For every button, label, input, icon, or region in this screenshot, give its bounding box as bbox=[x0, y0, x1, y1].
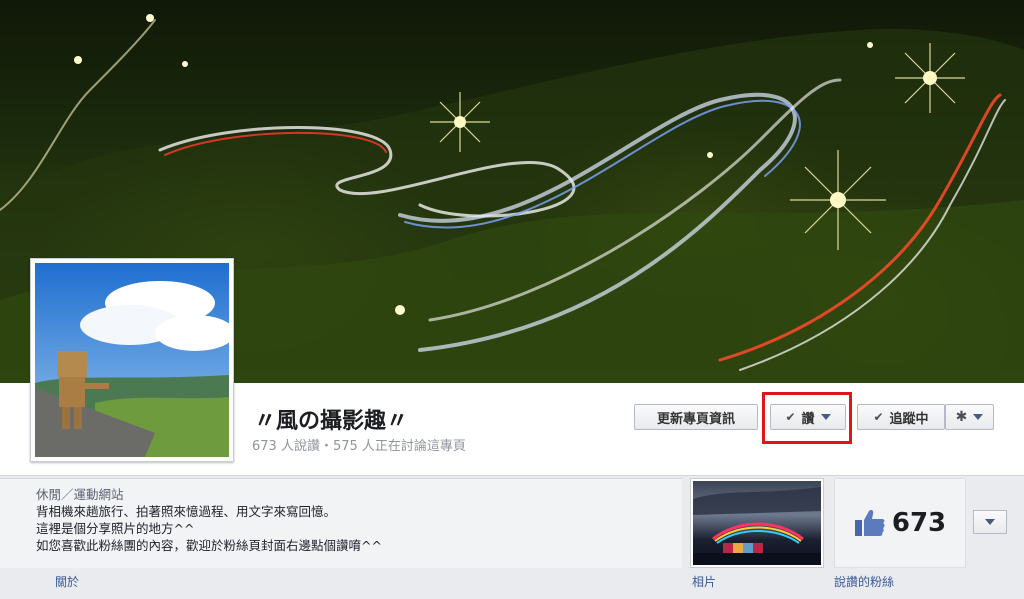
following-label: 追蹤中 bbox=[889, 411, 929, 427]
page-title: 〃風の攝影趣〃 bbox=[254, 408, 409, 434]
page-category: 休閒／運動網站 bbox=[36, 487, 124, 502]
likes-count: 673 bbox=[891, 508, 947, 538]
more-sections-dropdown[interactable] bbox=[973, 510, 1007, 534]
gear-icon: ✱ bbox=[955, 409, 968, 425]
tab-photos[interactable]: 相片 bbox=[692, 573, 716, 590]
thumbs-up-icon bbox=[854, 510, 885, 536]
chevron-down-icon bbox=[985, 519, 995, 525]
photos-thumbnail-illustration bbox=[693, 487, 821, 565]
photos-thumbnail[interactable] bbox=[690, 478, 824, 568]
profile-picture-illustration bbox=[35, 263, 229, 457]
about-panel: 休閒／運動網站 背相機來趟旅行、拍著照來憶過程、用文字來寫回憶。 這裡是個分享照… bbox=[0, 478, 682, 568]
page-stats: 673 人說讚・575 人正在討論這專頁 bbox=[252, 439, 466, 454]
likes-tile[interactable]: 673 bbox=[834, 478, 966, 568]
about-line: 如您喜歡此粉絲團的內容，歡迎於粉絲頁封面右邊點個讚唷^^ bbox=[36, 538, 382, 553]
like-button-highlight bbox=[762, 392, 852, 444]
update-page-info-button[interactable]: 更新專頁資訊 bbox=[634, 404, 758, 430]
check-icon: ✔ bbox=[873, 410, 884, 424]
update-page-info-label: 更新專頁資訊 bbox=[656, 411, 735, 427]
about-line: 這裡是個分享照片的地方^^ bbox=[36, 521, 195, 536]
chevron-down-icon bbox=[973, 414, 984, 420]
profile-picture[interactable] bbox=[30, 258, 234, 462]
settings-dropdown-button[interactable]: ✱ bbox=[945, 404, 994, 430]
following-button[interactable]: ✔ 追蹤中 bbox=[857, 404, 945, 430]
about-line: 背相機來趟旅行、拍著照來憶過程、用文字來寫回憶。 bbox=[36, 504, 337, 519]
tab-about[interactable]: 關於 bbox=[55, 573, 79, 590]
tab-likes[interactable]: 說讚的粉絲 bbox=[834, 573, 894, 590]
